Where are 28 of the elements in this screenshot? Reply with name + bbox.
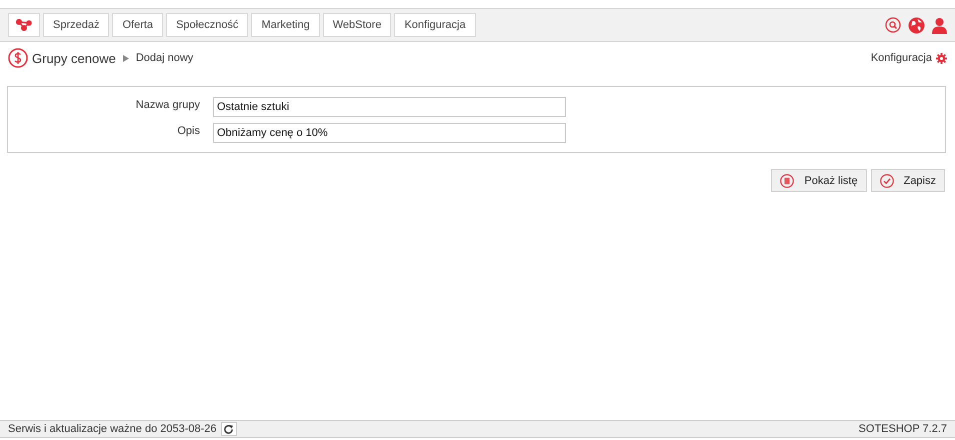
nav-tab[interactable]: Oferta (112, 13, 164, 37)
nav-tab[interactable]: Społeczność (166, 13, 248, 37)
input-field[interactable]: Obniżamy cenę o 10% (213, 123, 566, 143)
document-icon (780, 174, 794, 188)
globe-icon[interactable] (908, 16, 925, 34)
input-field[interactable]: Ostatnie sztuki (213, 97, 566, 117)
user-icon[interactable] (932, 16, 947, 34)
nav-tab[interactable]: Marketing (251, 13, 320, 37)
home-button[interactable] (8, 13, 40, 37)
list-button[interactable]: Pokaż listę (771, 169, 867, 192)
nav-tab[interactable]: Sprzedaż (43, 13, 110, 37)
network-icon (16, 19, 32, 31)
nav-tab[interactable]: WebStore (322, 13, 392, 37)
search-icon[interactable] (885, 17, 901, 33)
save-button[interactable]: Zapisz (870, 169, 945, 192)
nav-tab[interactable]: Konfiguracja (394, 13, 476, 37)
check-icon (880, 174, 894, 188)
page-title: Grupy cenowe (32, 50, 116, 66)
field-label: Opis (176, 125, 201, 137)
license-text: Serwis i aktualizacje ważne do 2053-08-26 (8, 423, 217, 435)
config-link[interactable]: Konfiguracja (870, 52, 932, 64)
field-label: Nazwa grupy (134, 99, 201, 111)
triangle-icon (122, 54, 129, 62)
breadcrumb-current: Dodaj nowy (136, 52, 194, 64)
dollar-icon (8, 48, 28, 68)
gear-icon[interactable] (936, 52, 947, 64)
refresh-button[interactable] (220, 422, 237, 436)
version-text: SOTESHOP 7.2.7 (858, 423, 947, 435)
